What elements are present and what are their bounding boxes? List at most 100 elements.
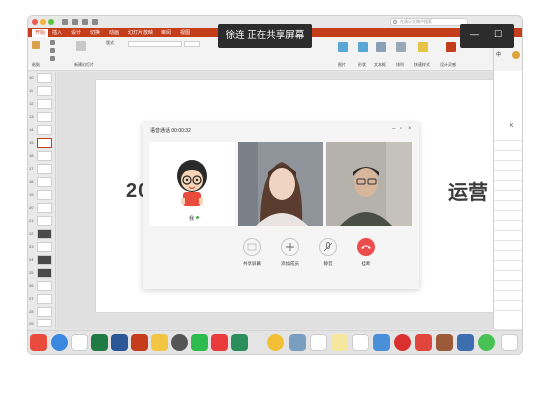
slide-thumbnail[interactable] <box>37 255 52 265</box>
excel-cell[interactable] <box>494 201 522 211</box>
dock-app-reminders[interactable] <box>352 334 369 351</box>
slide-thumb-row[interactable]: 20 <box>28 202 56 215</box>
dock-app-3[interactable] <box>71 334 88 351</box>
dock-app-maps[interactable] <box>231 334 248 351</box>
cut-icon[interactable] <box>50 40 55 45</box>
font-family-select[interactable] <box>128 41 182 47</box>
slide-thumb-row[interactable]: 11 <box>28 85 56 98</box>
textbox-icon[interactable] <box>376 42 386 52</box>
excel-cell[interactable] <box>494 231 522 241</box>
dock-app-powerpoint[interactable] <box>131 334 148 351</box>
slide-thumb-row[interactable]: 10 <box>28 72 56 85</box>
excel-cell[interactable] <box>494 171 522 181</box>
slide-thumbnail[interactable] <box>37 281 52 291</box>
dock-app-excel[interactable] <box>91 334 108 351</box>
slide-thumbnail[interactable] <box>37 151 52 161</box>
home-icon[interactable] <box>62 19 68 25</box>
excel-cell[interactable] <box>494 131 522 141</box>
quick-styles-icon[interactable] <box>418 42 428 52</box>
slide-thumbnail[interactable] <box>37 164 52 174</box>
slide-thumb-row[interactable]: 13 <box>28 111 56 124</box>
undo-icon[interactable] <box>82 19 88 25</box>
slide-thumb-row[interactable]: 25 <box>28 267 56 280</box>
dock-app-1[interactable] <box>30 334 47 351</box>
slide-thumb-row[interactable]: 23 <box>28 241 56 254</box>
call-minimize-button[interactable]: – <box>392 126 395 132</box>
layout-label[interactable]: 版式 <box>106 40 114 46</box>
tab-view[interactable]: 视图 <box>180 29 190 36</box>
excel-cell[interactable] <box>494 251 522 261</box>
dock-app-wechat2[interactable] <box>501 334 518 351</box>
slide-thumbnail[interactable] <box>37 86 52 96</box>
dock-app-preview[interactable] <box>289 334 306 351</box>
slide-thumbnail[interactable] <box>37 203 52 213</box>
slide-thumb-row[interactable]: 18 <box>28 176 56 189</box>
slide-thumbnail[interactable] <box>37 242 52 252</box>
dock-app-stickies[interactable] <box>331 334 348 351</box>
slide-thumb-row[interactable]: 19 <box>28 189 56 202</box>
slide-thumbnail[interactable] <box>37 268 52 278</box>
slide-thumb-row[interactable]: 24 <box>28 254 56 267</box>
close-window-button[interactable] <box>32 19 38 25</box>
slide-thumbnail[interactable] <box>37 319 52 327</box>
excel-cell[interactable] <box>494 181 522 191</box>
copy-icon[interactable] <box>50 48 55 53</box>
tab-home[interactable]: 开始 <box>32 29 49 37</box>
tab-animations[interactable]: 动画 <box>109 29 119 36</box>
slide-thumbnail[interactable] <box>37 177 52 187</box>
mute-button[interactable] <box>319 238 337 256</box>
slide-thumb-row[interactable]: 21 <box>28 215 56 228</box>
dock-app-video[interactable] <box>211 334 228 351</box>
zoom-window-button[interactable] <box>48 19 54 25</box>
format-painter-icon[interactable] <box>50 56 55 61</box>
design-ideas-icon[interactable] <box>446 42 456 52</box>
tab-review[interactable]: 审阅 <box>161 29 171 36</box>
slide-thumbnail[interactable] <box>37 99 52 109</box>
tab-insert[interactable]: 插入 <box>52 29 62 36</box>
dock-app-messages[interactable] <box>478 334 495 351</box>
share-screen-button[interactable] <box>243 238 261 256</box>
excel-cell[interactable] <box>494 211 522 221</box>
excel-cell[interactable] <box>494 191 522 201</box>
redo-icon[interactable] <box>92 19 98 25</box>
dock-app-netease[interactable] <box>394 334 411 351</box>
slide-thumb-row[interactable]: 26 <box>28 280 56 293</box>
excel-window-edge[interactable]: 中 K <box>493 37 522 329</box>
call-maximize-button[interactable]: ▫ <box>400 126 402 132</box>
font-size-select[interactable] <box>184 41 200 47</box>
dock-app-stocks[interactable] <box>415 334 432 351</box>
tab-slideshow[interactable]: 幻灯片放映 <box>128 29 153 36</box>
dock-app-photos[interactable] <box>436 334 453 351</box>
share-minimize-button[interactable]: — <box>470 29 479 39</box>
slide-thumb-row[interactable]: 27 <box>28 293 56 306</box>
excel-cell[interactable] <box>494 161 522 171</box>
excel-tool-icon[interactable] <box>512 51 520 59</box>
slide-thumb-row[interactable]: 16 <box>28 150 56 163</box>
slide-thumb-row[interactable]: 14 <box>28 124 56 137</box>
excel-cell[interactable] <box>494 271 522 281</box>
slide-thumb-row[interactable]: 12 <box>28 98 56 111</box>
arrange-icon[interactable] <box>396 42 406 52</box>
slide-thumbnail[interactable] <box>37 73 52 83</box>
slide-thumbnail[interactable] <box>37 307 52 317</box>
tab-design[interactable]: 设计 <box>71 29 81 36</box>
paste-icon[interactable] <box>32 41 40 49</box>
share-maximize-button[interactable]: ☐ <box>494 29 502 40</box>
dock-app-system[interactable] <box>171 334 188 351</box>
dock-app-calendar[interactable] <box>310 334 327 351</box>
dock-app-keynote[interactable] <box>457 334 474 351</box>
slide-thumb-row[interactable]: 29 <box>28 318 56 329</box>
dock-app-2[interactable] <box>51 334 68 351</box>
slide-thumbnail[interactable] <box>37 216 52 226</box>
excel-cell[interactable] <box>494 301 522 311</box>
slide-thumb-row[interactable]: 17 <box>28 163 56 176</box>
slide-thumbnail[interactable] <box>37 294 52 304</box>
slide-thumbnail[interactable] <box>37 229 52 239</box>
slide-thumb-row-selected[interactable]: 15 <box>28 137 56 150</box>
slide-thumbnail[interactable] <box>37 125 52 135</box>
dock-app-wechat[interactable] <box>191 334 208 351</box>
excel-cell[interactable] <box>494 291 522 301</box>
minimize-window-button[interactable] <box>40 19 46 25</box>
slide-thumb-row[interactable]: 22 <box>28 228 56 241</box>
dock-app-pencil[interactable] <box>373 334 390 351</box>
